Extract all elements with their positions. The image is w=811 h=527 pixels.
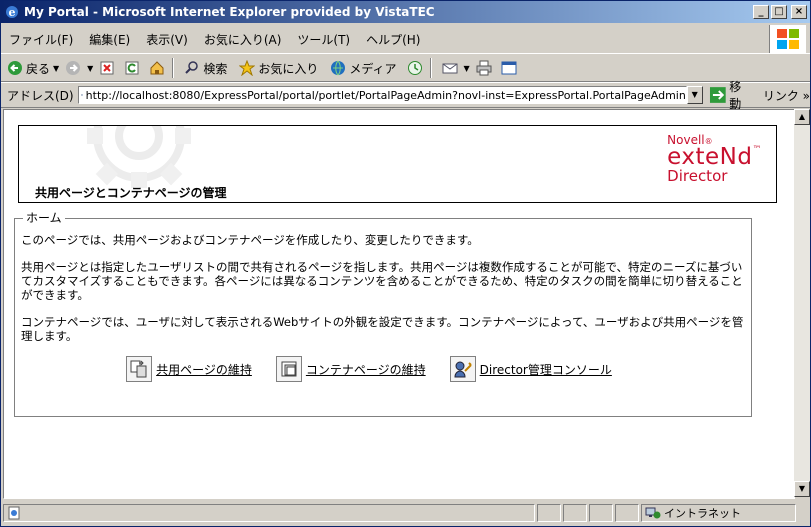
- menu-tools[interactable]: ツール(T): [289, 31, 358, 48]
- toolbar-separator: [172, 58, 175, 78]
- ie-logo-icon: e: [4, 4, 20, 20]
- novell-extend-logo: Novell® exteNd™ Director: [667, 134, 762, 184]
- mail-button[interactable]: ▼: [442, 60, 470, 76]
- refresh-icon: [125, 61, 139, 75]
- intro-paragraph: このページでは、共用ページおよびコンテナページを作成したり、変更したりできます。: [21, 233, 479, 247]
- brand-tm: ™: [752, 145, 762, 155]
- maintain-shared-pages-label: 共用ページの維持: [156, 362, 252, 377]
- intranet-icon: [645, 507, 661, 519]
- page-title: 共用ページとコンテナページの管理: [35, 186, 227, 200]
- back-dropdown-icon[interactable]: ▼: [53, 64, 59, 73]
- refresh-button[interactable]: [124, 60, 143, 76]
- menu-favorites[interactable]: お気に入り(A): [196, 31, 290, 48]
- stop-icon: [100, 61, 114, 75]
- page-icon: [80, 94, 83, 96]
- scroll-up-arrow-icon[interactable]: ▲: [794, 109, 810, 125]
- page-viewport: 共用ページとコンテナページの管理 Novell® exteNd™ Directo…: [3, 109, 795, 499]
- back-button[interactable]: 戻る ▼: [7, 60, 59, 77]
- menu-help[interactable]: ヘルプ(H): [358, 31, 428, 48]
- media-label: メディア: [349, 61, 397, 76]
- menu-view[interactable]: 表示(V): [138, 31, 196, 48]
- status-text-cell: [3, 504, 535, 522]
- scroll-down-arrow-icon[interactable]: ▼: [794, 481, 810, 497]
- history-icon: [407, 61, 422, 75]
- menu-bar: ファイル(F) 編集(E) 表示(V) お気に入り(A) ツール(T) ヘルプ(…: [1, 25, 810, 54]
- svg-text:e: e: [9, 6, 16, 19]
- print-icon: [476, 60, 492, 76]
- favorites-star-icon: [239, 60, 256, 76]
- search-icon: [185, 61, 199, 74]
- address-url: http://localhost:8080/ExpressPortal/port…: [85, 88, 686, 102]
- media-icon: [331, 60, 346, 76]
- print-button[interactable]: [476, 60, 495, 76]
- back-arrow-icon: [8, 61, 22, 75]
- media-button[interactable]: メディア: [330, 60, 397, 77]
- status-cell: [589, 504, 613, 522]
- status-cell: [615, 504, 639, 522]
- container-page-paragraph: コンテナページでは、ユーザに対して表示されるWebサイトの外観を設定できます。コ…: [21, 315, 744, 343]
- shared-page-paragraph: 共用ページとは指定したユーザリストの間で共有されるページを指します。共用ページは…: [21, 260, 743, 302]
- mail-dropdown-icon[interactable]: ▼: [464, 64, 470, 73]
- links-label: リンク: [762, 88, 799, 103]
- shared-pages-icon: [126, 356, 153, 382]
- browser-window: e My Portal - Microsoft Internet Explore…: [0, 0, 811, 527]
- edit-page-icon: [501, 61, 517, 75]
- maintain-container-pages-link[interactable]: コンテナページの維持: [275, 356, 426, 382]
- address-label: アドレス(D): [7, 88, 74, 103]
- links-button[interactable]: リンク »: [763, 87, 810, 104]
- menu-edit[interactable]: 編集(E): [81, 31, 138, 48]
- stop-button[interactable]: [99, 60, 118, 76]
- home-legend: ホーム: [26, 211, 62, 225]
- title-bar[interactable]: e My Portal - Microsoft Internet Explore…: [1, 1, 810, 23]
- go-arrow-icon: [709, 87, 726, 103]
- home-icon: [150, 61, 164, 75]
- security-zone-cell: イントラネット: [641, 504, 796, 522]
- address-dropdown-icon[interactable]: ▼: [686, 86, 703, 104]
- go-button[interactable]: 移動: [709, 78, 753, 112]
- history-button[interactable]: [407, 60, 426, 76]
- vertical-scrollbar[interactable]: ▲ ▼: [794, 109, 810, 497]
- favorites-label: お気に入り: [258, 61, 319, 76]
- address-input[interactable]: http://localhost:8080/ExpressPortal/port…: [77, 86, 687, 104]
- portal-header: 共用ページとコンテナページの管理 Novell® exteNd™ Directo…: [18, 125, 777, 203]
- brand-director: Director: [667, 167, 728, 185]
- zone-label: イントラネット: [664, 507, 741, 520]
- toolbar-separator: [429, 58, 432, 78]
- edit-button[interactable]: [501, 60, 520, 76]
- admin-console-icon: [449, 356, 476, 382]
- container-pages-icon: [275, 356, 302, 382]
- close-button[interactable]: ×: [791, 5, 807, 19]
- minimize-button[interactable]: _: [753, 5, 769, 19]
- go-label: 移動: [729, 80, 742, 111]
- menu-file[interactable]: ファイル(F): [1, 31, 81, 48]
- search-label: 検索: [203, 61, 228, 76]
- page-status-icon: [8, 506, 20, 520]
- windows-logo-icon: [769, 25, 806, 53]
- mail-icon: [442, 63, 458, 74]
- status-cell: [537, 504, 561, 522]
- standard-toolbar: 戻る ▼ ▼ 検索 お気に入り メディア ▼: [1, 55, 810, 82]
- status-cell: [563, 504, 587, 522]
- director-admin-console-label: Director管理コンソール: [479, 362, 612, 377]
- window-title: My Portal - Microsoft Internet Explorer …: [24, 5, 435, 19]
- action-links: 共用ページの維持 コンテナページの維持 Director管理コンソール: [4, 356, 734, 382]
- maintain-container-pages-label: コンテナページの維持: [305, 362, 426, 377]
- forward-dropdown-icon[interactable]: ▼: [87, 64, 93, 73]
- forward-arrow-icon: [66, 61, 81, 75]
- maintain-shared-pages-link[interactable]: 共用ページの維持: [126, 356, 252, 382]
- search-button[interactable]: 検索: [184, 60, 227, 77]
- home-section: ホーム このページでは、共用ページおよびコンテナページを作成したり、変更したりで…: [14, 211, 752, 417]
- back-label: 戻る: [26, 61, 51, 76]
- maximize-button[interactable]: □: [771, 5, 787, 19]
- favorites-button[interactable]: お気に入り: [239, 60, 318, 77]
- status-bar: イントラネット: [1, 501, 810, 525]
- forward-button[interactable]: ▼: [65, 60, 93, 76]
- home-button[interactable]: [149, 60, 168, 76]
- address-bar: アドレス(D) http://localhost:8080/ExpressPor…: [1, 80, 810, 111]
- director-admin-console-link[interactable]: Director管理コンソール: [449, 356, 612, 382]
